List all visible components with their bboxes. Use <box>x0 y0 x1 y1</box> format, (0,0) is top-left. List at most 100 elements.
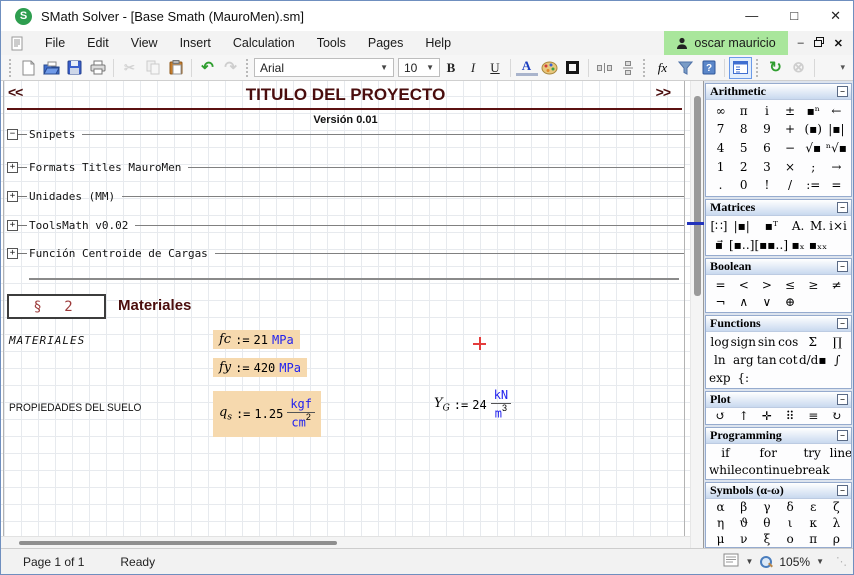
open-file-button[interactable] <box>40 57 63 79</box>
palette-button[interactable]: / <box>778 177 801 193</box>
math-region-qs[interactable]: qs := 1.25 kgf cm2 <box>213 391 321 437</box>
palette-button[interactable]: ↑ <box>732 408 755 424</box>
palette-button[interactable]: < <box>732 277 755 293</box>
palette-button[interactable]: ln <box>709 352 731 368</box>
palette-button[interactable]: Σ <box>799 334 827 350</box>
palette-button[interactable]: cot <box>777 352 799 368</box>
palette-button[interactable]: for <box>742 445 795 461</box>
collapse-panel-button[interactable]: − <box>837 86 848 97</box>
save-button[interactable] <box>63 57 86 79</box>
stop-button[interactable]: ⊗ <box>787 57 810 79</box>
resize-grip[interactable]: ⋱ <box>830 555 847 568</box>
palette-header[interactable]: Programming − <box>706 428 851 444</box>
palette-button[interactable]: ≤ <box>778 277 801 293</box>
section-label[interactable]: Unidades (MM) <box>27 190 122 203</box>
section-label[interactable]: Función Centroide de Cargas <box>27 247 215 260</box>
palette-button[interactable]: π <box>732 103 755 119</box>
palette-button[interactable]: √▪ <box>802 140 825 156</box>
collapse-panel-button[interactable]: − <box>837 430 848 441</box>
palette-button[interactable]: try <box>795 445 830 461</box>
palette-button[interactable]: ↺ <box>709 408 732 424</box>
section-toggle-button[interactable]: + <box>7 220 18 231</box>
palette-button[interactable]: = <box>709 277 732 293</box>
close-button[interactable]: ✕ <box>830 8 841 24</box>
palette-button[interactable]: ≥ <box>802 277 825 293</box>
palette-button[interactable]: ∫ <box>827 352 848 368</box>
palette-button[interactable]: ; <box>802 159 825 175</box>
math-region-yg[interactable]: YG := 24 kN m3 <box>428 386 517 424</box>
palette-button[interactable]: if <box>709 445 742 461</box>
palette-button[interactable]: i <box>755 103 778 119</box>
bold-button[interactable]: B <box>440 60 462 76</box>
menu-item[interactable]: Tools <box>306 36 357 50</box>
vertical-scrollbar[interactable] <box>690 81 703 548</box>
menu-item[interactable]: Insert <box>169 36 222 50</box>
materials-label[interactable]: MATERIALES <box>9 334 85 347</box>
horizontal-scrollbar-thumb[interactable] <box>19 541 337 545</box>
section-toggle-button[interactable]: − <box>7 129 18 140</box>
vertical-scrollbar-thumb[interactable] <box>694 96 701 296</box>
border-button[interactable] <box>561 57 584 79</box>
section-label[interactable]: ToolsMath v0.02 <box>27 219 135 232</box>
palette-button[interactable]: M. <box>808 218 828 234</box>
undo-button[interactable]: ↶ <box>196 57 219 79</box>
math-region-fy[interactable]: fy := 420 MPa <box>213 358 307 377</box>
insert-function-button[interactable]: fx <box>651 57 674 79</box>
section-toggle-button[interactable]: + <box>7 191 18 202</box>
palette-button[interactable]: ≠ <box>825 277 848 293</box>
palette-button[interactable]: α <box>709 499 732 515</box>
palette-button[interactable]: [▪▪‥] <box>754 237 788 253</box>
minimize-button[interactable]: — <box>745 8 758 24</box>
palette-button[interactable]: ι <box>778 515 801 531</box>
palette-button[interactable]: ▪ⁿ <box>802 103 825 119</box>
palette-button[interactable]: γ <box>755 499 778 515</box>
palette-button[interactable]: μ <box>709 531 732 547</box>
palette-button[interactable]: while <box>709 462 742 478</box>
filter-button[interactable] <box>674 57 697 79</box>
palette-header[interactable]: Matrices − <box>706 200 851 216</box>
page-view-button[interactable] <box>723 553 739 570</box>
palette-button[interactable]: 3 <box>755 159 778 175</box>
palette-button[interactable]: − <box>778 140 801 156</box>
copy-button[interactable] <box>141 57 164 79</box>
chevron-down-icon[interactable]: ▼ <box>745 557 753 566</box>
palette-button[interactable]: (▪) <box>802 121 825 137</box>
palette-button[interactable]: ⁿ√▪ <box>825 140 848 156</box>
section-label[interactable]: Snipets <box>27 128 82 141</box>
align-horizontal-button[interactable] <box>593 57 616 79</box>
mdi-restore-button[interactable] <box>814 37 824 50</box>
mdi-minimize-button[interactable]: – <box>798 37 804 49</box>
paste-button[interactable] <box>164 57 187 79</box>
palette-button[interactable]: → <box>825 159 848 175</box>
palette-button[interactable]: 7 <box>709 121 732 137</box>
palette-button[interactable]: [∷] <box>709 218 729 234</box>
menu-item[interactable]: Calculation <box>222 36 306 50</box>
palette-button[interactable]: ∞ <box>709 103 732 119</box>
palette-button[interactable]: θ <box>755 515 778 531</box>
section-toggle-button[interactable]: + <box>7 248 18 259</box>
palette-button[interactable]: arg <box>731 352 756 368</box>
collapse-panel-button[interactable]: − <box>837 318 848 329</box>
section-label[interactable]: Formats Titles MauroMen <box>27 161 188 174</box>
palette-button[interactable]: > <box>755 277 778 293</box>
menu-item[interactable]: Edit <box>76 36 120 50</box>
align-vertical-button[interactable] <box>616 57 639 79</box>
horizontal-scrollbar[interactable] <box>1 536 690 548</box>
help-button[interactable]: ? <box>697 57 720 79</box>
palette-header[interactable]: Arithmetic − <box>706 84 851 100</box>
palette-header[interactable]: Functions − <box>706 316 851 332</box>
palette-header[interactable]: Boolean − <box>706 259 851 275</box>
menu-item[interactable]: View <box>120 36 169 50</box>
math-region-fc[interactable]: fc := 21 MPa <box>213 330 300 349</box>
palette-button[interactable]: π <box>802 531 825 547</box>
palette-button[interactable]: β <box>732 499 755 515</box>
collapse-panel-button[interactable]: − <box>837 202 848 213</box>
palette-button[interactable]: ϑ <box>732 515 755 531</box>
palette-button[interactable]: |▪| <box>825 121 848 137</box>
palette-button[interactable]: log <box>709 334 731 350</box>
palette-button[interactable]: λ <box>825 515 848 531</box>
zoom-level[interactable]: 105% <box>779 555 810 569</box>
palette-button[interactable]: ρ <box>825 531 848 547</box>
palette-button[interactable]: ξ <box>755 531 778 547</box>
palette-button[interactable]: cos <box>777 334 799 350</box>
